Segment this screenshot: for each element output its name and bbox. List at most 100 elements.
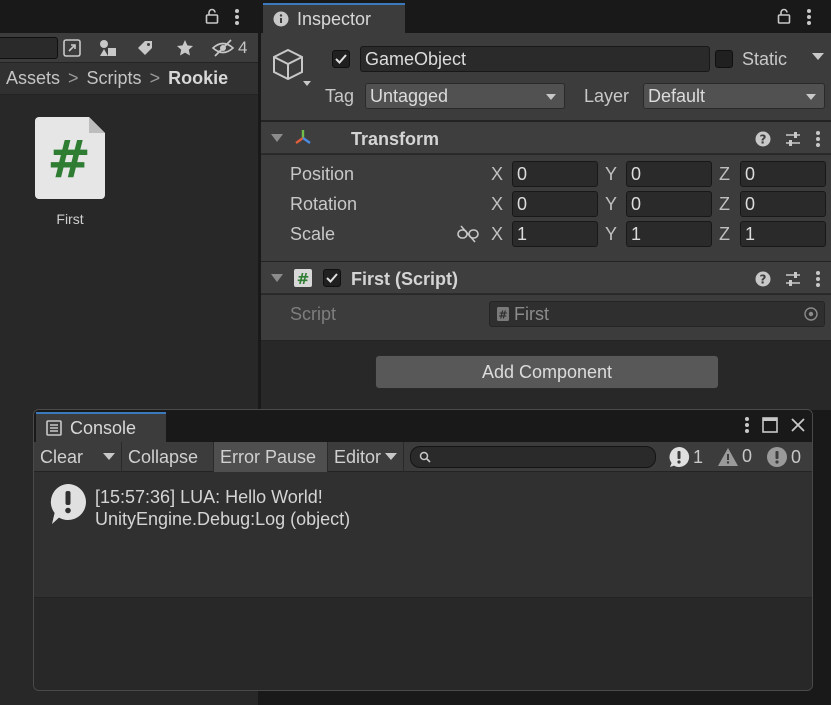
script-object-field[interactable]: # First [489,301,825,327]
rotation-label: Rotation [290,194,358,214]
gameobject-cube-icon[interactable] [271,47,313,89]
help-icon[interactable]: ? [755,271,771,287]
script-field-value: First [514,303,549,324]
console-list-icon [46,420,62,436]
error-count-toggle[interactable]: 0 [766,446,801,468]
console-detail-pane [34,599,812,690]
axis-y-label: Y [605,224,618,244]
tag-dropdown[interactable]: Untagged [365,83,565,109]
kebab-menu-icon[interactable] [744,416,750,434]
rotation-y-input[interactable]: 0 [626,191,712,217]
position-x-input[interactable]: 0 [512,161,598,187]
clear-options-dropdown[interactable] [96,442,122,472]
transform-header[interactable]: Transform ? [261,121,831,154]
kebab-menu-icon[interactable] [815,270,821,288]
console-log-entry[interactable]: [15:57:36] LUA: Hello World! UnityEngine… [34,472,812,598]
axis-y-label: Y [605,194,618,214]
csharp-script-icon: # [293,268,313,288]
scale-z-input[interactable]: 1 [740,221,826,247]
foldout-arrow-icon[interactable] [271,274,283,282]
project-search-input[interactable] [0,37,58,59]
close-icon[interactable] [790,417,806,433]
project-toolbar: 4 [0,33,258,63]
scale-x-input[interactable]: 1 [512,221,598,247]
lock-icon[interactable] [205,8,219,24]
inspector-panel: Inspector GameObject Static Tag Untagged [261,0,831,410]
script-component-header[interactable]: # First (Script) ? [261,261,831,294]
breadcrumb-item-assets[interactable]: Assets [6,68,60,89]
transform-body: Position X 0 Y 0 Z 0 Rotation X 0 Y 0 Z … [261,155,831,261]
layer-dropdown[interactable]: Default [643,83,825,109]
console-window: Console Clear Collapse Error Pause Edito… [33,409,813,691]
presets-sliders-icon[interactable] [785,131,801,147]
constrain-proportions-link-icon[interactable] [457,225,479,243]
inspector-tabbar: Inspector [261,0,831,33]
warning-icon [718,447,738,466]
scale-y-input[interactable]: 1 [626,221,712,247]
filter-by-label-icon[interactable] [133,36,157,60]
kebab-menu-icon[interactable] [806,8,812,26]
info-message-icon [669,446,690,467]
layer-value: Default [648,85,706,106]
info-icon [273,11,289,27]
collapse-toggle[interactable]: Collapse [122,442,214,472]
breadcrumb-item-scripts[interactable]: Scripts [87,68,142,89]
console-window-buttons [744,416,806,434]
gameobject-name-input[interactable]: GameObject [360,46,710,72]
foldout-arrow-icon[interactable] [271,134,283,142]
script-enabled-checkbox[interactable] [323,269,341,287]
svg-text:?: ? [760,133,767,147]
kebab-menu-icon[interactable] [234,8,240,26]
gameobject-header: GameObject Static Tag Untagged Layer Def… [261,33,831,121]
chevron-down-icon [102,453,115,460]
warning-count-toggle[interactable]: 0 [717,446,752,467]
favorite-star-icon[interactable] [173,36,197,60]
maximize-icon[interactable] [762,417,778,433]
tag-value: Untagged [370,85,449,106]
gameobject-active-checkbox[interactable] [332,50,350,68]
object-picker-icon[interactable] [804,307,818,321]
console-search-input[interactable] [410,446,656,468]
static-label: Static [742,49,788,69]
info-count-toggle[interactable]: 1 [668,446,703,468]
filter-by-type-icon[interactable] [96,36,120,60]
search-icon [419,451,431,463]
svg-text:#: # [297,270,310,288]
svg-text:#: # [47,130,91,190]
static-dropdown-icon[interactable] [812,53,824,61]
transform-header-icons: ? [755,130,821,148]
axis-z-label: Z [719,164,730,184]
console-toolbar: Clear Collapse Error Pause Editor 1 0 0 [34,442,812,472]
script-header-icons: ? [755,270,821,288]
hidden-packages-count: 4 [238,38,248,57]
scale-label: Scale [290,224,336,244]
axis-x-label: X [491,224,504,244]
static-checkbox[interactable] [715,50,733,68]
clear-button[interactable]: Clear [34,442,96,472]
editor-dropdown-label: Editor [334,446,382,467]
position-y-input[interactable]: 0 [626,161,712,187]
tab-console[interactable]: Console [36,412,166,442]
transform-title: Transform [351,129,440,149]
presets-sliders-icon[interactable] [785,271,801,287]
axis-x-label: X [491,194,504,214]
tab-inspector[interactable]: Inspector [263,3,405,33]
help-icon[interactable]: ? [755,131,771,147]
lock-icon[interactable] [777,8,791,24]
hidden-packages-icon[interactable] [211,36,235,60]
console-tabbar: Console [34,410,812,442]
svg-text:?: ? [760,273,767,287]
rotation-z-input[interactable]: 0 [740,191,826,217]
position-z-input[interactable]: 0 [740,161,826,187]
breadcrumb-item-rookie[interactable]: Rookie [168,68,228,89]
script-field-label: Script [290,304,337,324]
add-component-button[interactable]: Add Component [375,355,719,389]
editor-dropdown[interactable]: Editor [328,442,404,472]
breadcrumb: Assets > Scripts > Rookie [0,63,258,95]
rotation-x-input[interactable]: 0 [512,191,598,217]
kebab-menu-icon[interactable] [815,130,821,148]
error-pause-toggle[interactable]: Error Pause [214,442,328,472]
log-message-line: [15:57:36] LUA: Hello World! [95,487,323,507]
chevron-down-icon [806,94,816,100]
open-create-icon[interactable] [60,36,84,60]
